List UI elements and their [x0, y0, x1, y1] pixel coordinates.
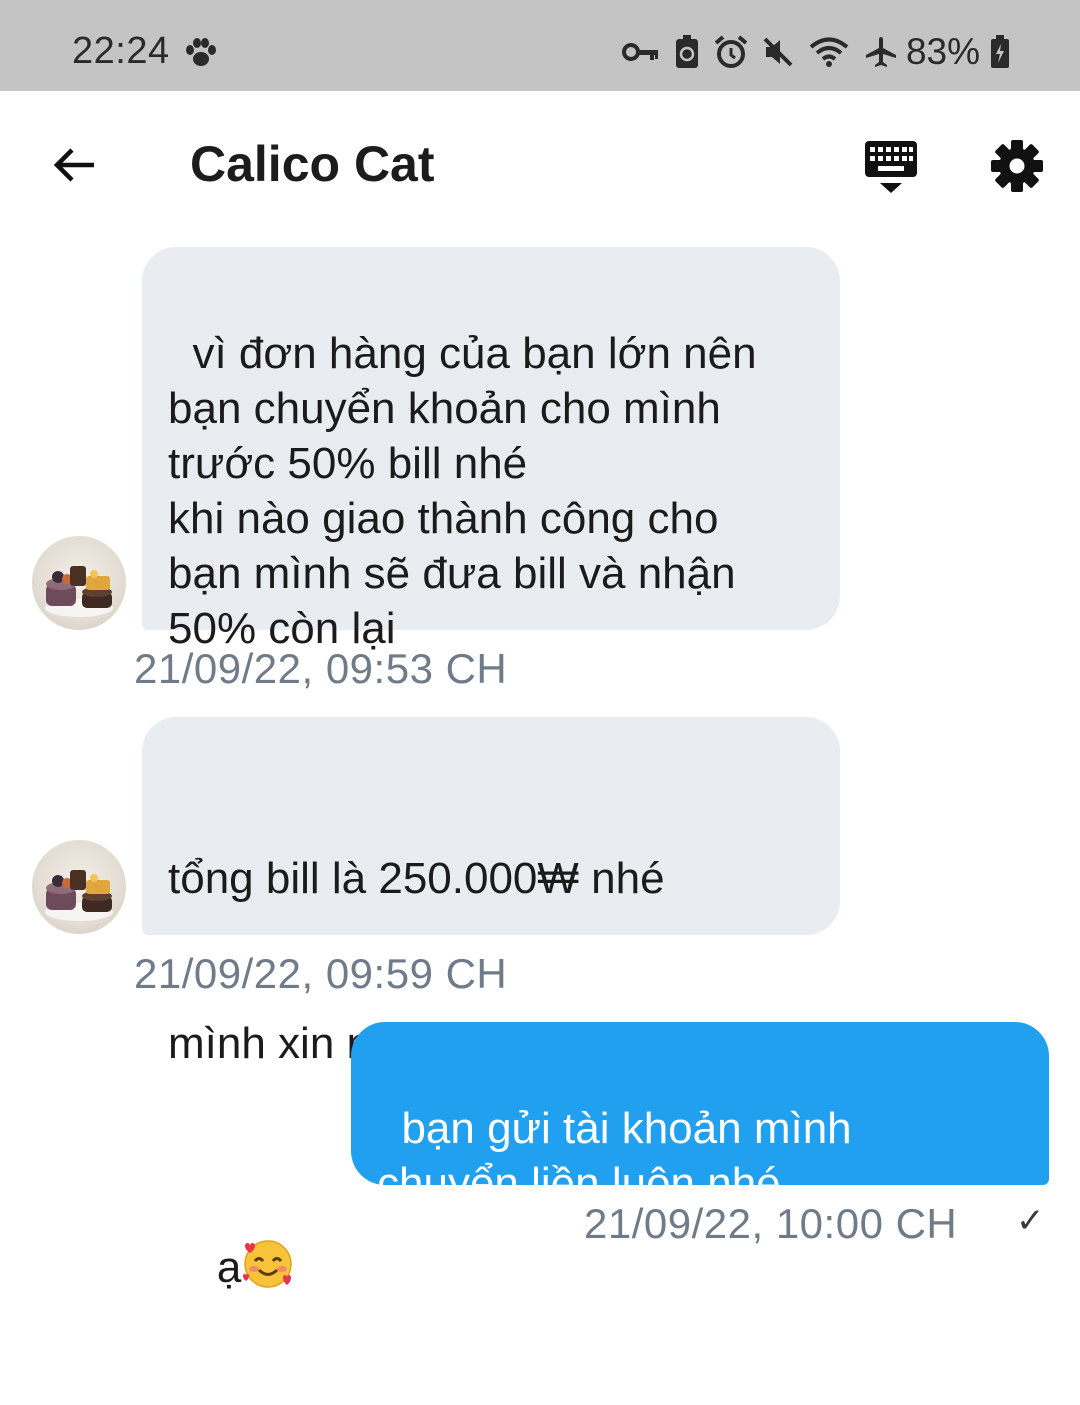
mute-icon [763, 37, 793, 67]
battery-charging-icon [991, 35, 1009, 68]
avatar[interactable] [32, 840, 126, 934]
status-icons: 83% [621, 30, 1010, 74]
battery-percent: 83% [905, 31, 980, 72]
message-text: vì đơn hàng của bạn lớn nên bạn chuyển k… [168, 329, 757, 653]
smiling-face-with-hearts-icon [243, 1240, 293, 1288]
chat-title: Calico Cat [190, 136, 435, 192]
message-bubble-incoming[interactable]: vì đơn hàng của bạn lớn nên bạn chuyển k… [142, 247, 840, 653]
message-bubble-incoming[interactable]: tổng bill là 250.000₩ nhé mình xin nhận … [142, 717, 840, 1292]
wifi-icon [809, 37, 849, 67]
message-text: bạn gửi tài khoản mình chuyển liền luôn … [377, 1104, 852, 1208]
chat-header: Calico Cat [0, 91, 1080, 239]
message-bubble-outgoing[interactable]: bạn gửi tài khoản mình chuyển liền luôn … [351, 1022, 1049, 1208]
avatar[interactable] [32, 536, 126, 630]
status-bar: 22:24 83% [0, 0, 1080, 91]
message-timestamp: 21/09/22, 09:53 CH [134, 645, 508, 692]
status-time: 22:24 [72, 30, 170, 72]
airplane-icon [865, 37, 896, 67]
message-timestamp: 21/09/22, 10:00 CH [584, 1200, 958, 1247]
back-arrow-icon[interactable] [50, 141, 98, 189]
message-timestamp: 21/09/22, 09:59 CH [134, 950, 508, 997]
settings-icon[interactable] [990, 139, 1044, 193]
key-icon [621, 43, 658, 61]
alarm-icon [714, 35, 748, 68]
paw-icon [186, 38, 216, 66]
message-text-line: ạ [216, 1243, 242, 1292]
recycle-icon [675, 35, 698, 68]
sent-check-icon: ✓ [1016, 1202, 1045, 1240]
keyboard-icon[interactable] [864, 139, 918, 195]
message-text-line: tổng bill là 250.000₩ nhé [168, 854, 665, 903]
